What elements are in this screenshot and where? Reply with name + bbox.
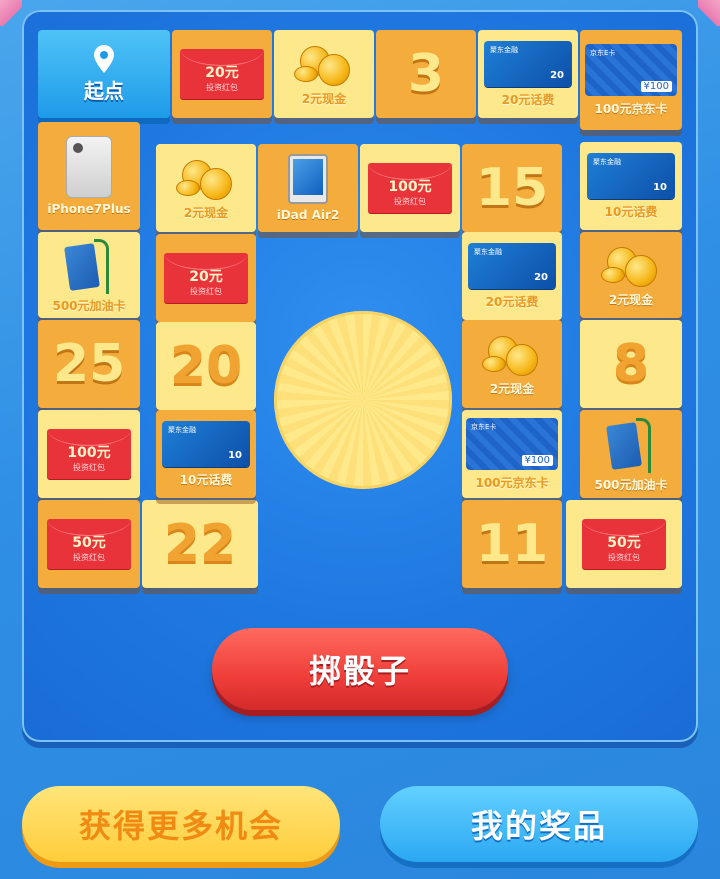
red-envelope-icon: 50元 投资红包 xyxy=(582,519,666,569)
roll-dice-button[interactable]: 掷骰子 xyxy=(212,628,508,710)
envelope-amount: 50元 xyxy=(72,534,106,551)
board-tile-fuel-card: 500元加油卡 xyxy=(580,410,682,498)
location-pin-icon xyxy=(94,44,114,73)
red-envelope-icon: 20元 投资红包 xyxy=(180,49,264,99)
board-tile-coins: 2元现金 xyxy=(580,232,682,318)
tile-label: iDad Air2 xyxy=(276,208,340,222)
envelope-amount: 100元 xyxy=(67,444,111,461)
red-envelope-icon: 100元 投资红包 xyxy=(368,163,452,213)
more-chances-button[interactable]: 获得更多机会 xyxy=(22,786,340,862)
board-tile-iphone: iPhone7Plus xyxy=(38,122,140,230)
envelope-caption: 投资红包 xyxy=(73,462,105,472)
board-tile-number: 15 xyxy=(462,144,562,232)
board-tile-coins: 2元现金 xyxy=(156,144,256,232)
envelope-caption: 投资红包 xyxy=(608,552,640,562)
board-tile-phone-credit: 聚东金融 10 10元话费 xyxy=(580,142,682,230)
tile-label: 2元现金 xyxy=(183,205,229,220)
tile-label: 100元京东卡 xyxy=(475,475,549,490)
tile-label: 2元现金 xyxy=(489,381,535,396)
board-tile-number: 11 xyxy=(462,500,562,588)
phone-credit-card-icon: 聚东金融 20 xyxy=(468,242,556,289)
envelope-caption: 投资红包 xyxy=(190,286,222,296)
step-number: 20 xyxy=(169,336,243,396)
jd-card-icon: 京东E卡 ¥100 xyxy=(585,43,677,96)
start-tile: 起点 xyxy=(38,30,170,118)
envelope-amount: 100元 xyxy=(388,178,432,195)
tile-label: 100元京东卡 xyxy=(594,101,668,116)
envelope-caption: 投资红包 xyxy=(394,196,426,206)
board-tile-number: 22 xyxy=(142,500,258,588)
board-tile-coins: 2元现金 xyxy=(274,30,374,118)
start-label: 起点 xyxy=(84,78,124,103)
step-number: 3 xyxy=(407,44,445,104)
envelope-amount: 20元 xyxy=(205,64,239,81)
board-tile-number: 25 xyxy=(38,320,140,408)
gold-coins-icon xyxy=(599,243,663,287)
board-tile-phone-credit: 聚东金融 20 20元话费 xyxy=(462,232,562,320)
board-tile-jd-card: 京东E卡 ¥100 100元京东卡 xyxy=(462,410,562,498)
tile-label: 2元现金 xyxy=(608,292,654,307)
tile-label: 10元话费 xyxy=(179,472,233,487)
board-tile-envelope: 50元 投资红包 xyxy=(566,500,682,588)
gold-coins-icon xyxy=(292,42,356,86)
jd-card-icon: 京东E卡 ¥100 xyxy=(466,417,558,470)
gold-coins-icon xyxy=(480,332,544,376)
envelope-amount: 50元 xyxy=(607,534,641,551)
red-envelope-icon: 50元 投资红包 xyxy=(47,519,131,569)
board-tile-envelope: 50元 投资红包 xyxy=(38,500,140,588)
my-prizes-button[interactable]: 我的奖品 xyxy=(380,786,698,862)
board-tile-envelope: 20元 投资红包 xyxy=(156,234,256,322)
board-tile-envelope: 20元 投资红包 xyxy=(172,30,272,118)
board-tile-envelope: 100元 投资红包 xyxy=(38,410,140,498)
ipad-icon xyxy=(288,154,328,204)
corner-decoration xyxy=(698,0,720,26)
board-tile-coins: 2元现金 xyxy=(462,320,562,408)
tile-label: iPhone7Plus xyxy=(47,202,131,216)
envelope-caption: 投资红包 xyxy=(206,82,238,92)
tile-label: 20元话费 xyxy=(501,92,555,107)
phone-credit-card-icon: 聚东金融 10 xyxy=(162,420,250,467)
tile-label: 500元加油卡 xyxy=(594,477,668,492)
board-tile-number: 8 xyxy=(580,320,682,408)
phone-credit-card-icon: 聚东金融 20 xyxy=(484,40,572,87)
envelope-caption: 投资红包 xyxy=(73,552,105,562)
step-number: 8 xyxy=(612,334,650,394)
board-tile-envelope: 100元 投资红包 xyxy=(360,144,460,232)
step-number: 11 xyxy=(475,514,549,574)
board-tile-jd-card: 京东E卡 ¥100 100元京东卡 xyxy=(580,30,682,130)
step-number: 22 xyxy=(163,514,237,574)
tile-label: 500元加油卡 xyxy=(52,298,126,313)
corner-decoration xyxy=(0,0,22,26)
board-tile-fuel-card: 500元加油卡 xyxy=(38,232,140,318)
gold-coins-icon xyxy=(174,156,238,200)
fuel-card-icon xyxy=(64,237,111,294)
phone-credit-card-icon: 聚东金融 10 xyxy=(587,152,675,199)
red-envelope-icon: 100元 投资红包 xyxy=(47,429,131,479)
iphone-icon xyxy=(66,136,112,198)
red-envelope-icon: 20元 投资红包 xyxy=(164,253,248,303)
board-tile-ipad: iDad Air2 xyxy=(258,144,358,232)
tile-label: 10元话费 xyxy=(604,204,658,219)
fuel-card-icon xyxy=(606,416,653,473)
tile-label: 20元话费 xyxy=(485,294,539,309)
tile-label: 2元现金 xyxy=(301,91,347,106)
board-tile-number: 3 xyxy=(376,30,476,118)
step-number: 15 xyxy=(475,158,549,218)
dice-area xyxy=(274,311,452,489)
board-tile-phone-credit: 聚东金融 10 10元话费 xyxy=(156,410,256,498)
board-tile-number: 20 xyxy=(156,322,256,410)
envelope-amount: 20元 xyxy=(189,268,223,285)
board-tile-phone-credit: 聚东金融 20 20元话费 xyxy=(478,30,578,118)
step-number: 25 xyxy=(52,334,126,394)
